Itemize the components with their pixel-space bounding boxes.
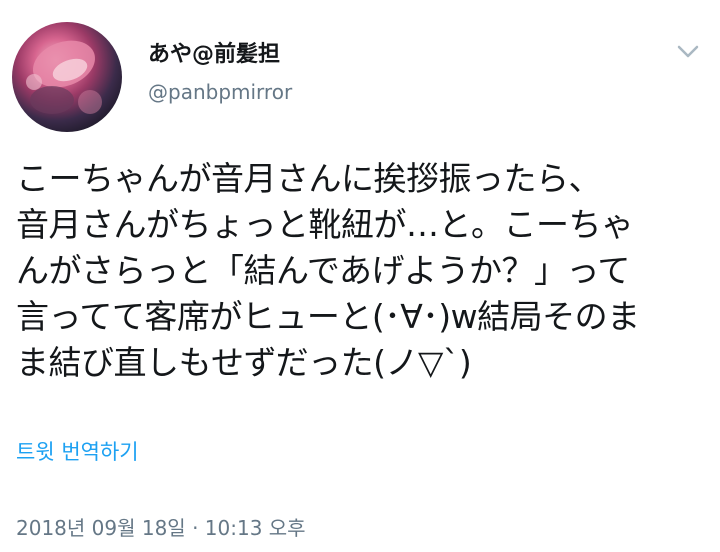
tweet-card: あや@前髪担 @panbpmirror こーちゃんが音月さんに挨拶振ったら、 音…	[0, 0, 720, 552]
translate-tweet-link[interactable]: 트윗 번역하기	[16, 440, 139, 465]
author-display-name[interactable]: あや@前髪担	[148, 42, 280, 68]
avatar[interactable]	[12, 22, 122, 132]
avatar-photo-icon	[26, 40, 102, 114]
tweet-menu-button[interactable]	[668, 38, 708, 66]
tweet-timestamp: 2018년 09월 18일 · 10:13 오후	[16, 516, 306, 540]
tweet-text-line: ま結び直しもせずだった(ノ▽`)	[16, 343, 472, 382]
tweet-text-line: 音月さんがちょっと靴紐が…と。こーちゃ	[16, 205, 634, 244]
tweet-text-line: んがさらっと「結んであげようか？」って	[16, 251, 630, 290]
tweet-text-line: こーちゃんが音月さんに挨拶振ったら、	[16, 159, 602, 198]
author-handle[interactable]: @panbpmirror	[148, 80, 292, 104]
chevron-down-icon	[677, 45, 699, 58]
tweet-text-line: 言ってて客席がヒューと(･∀･)w結局そのま	[16, 297, 640, 336]
tweet-text: こーちゃんが音月さんに挨拶振ったら、 音月さんがちょっと靴紐が…と。こーちゃ ん…	[16, 156, 708, 386]
